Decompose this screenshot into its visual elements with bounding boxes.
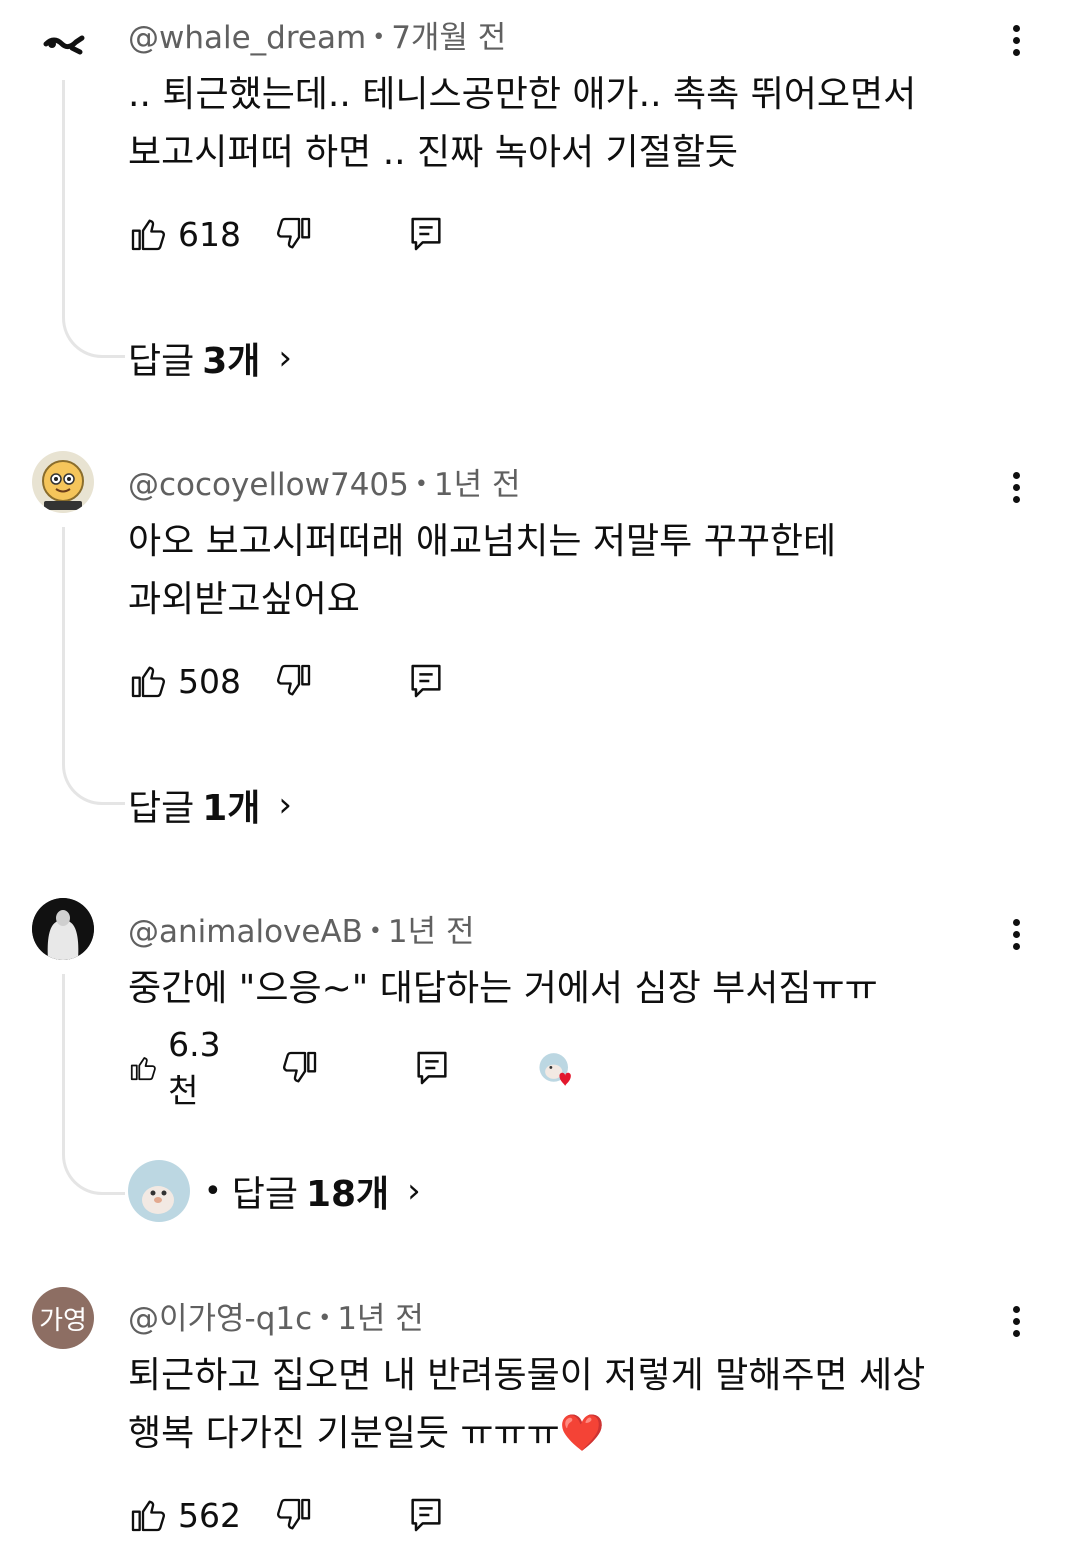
comment-author[interactable]: @cocoyellow7405: [128, 467, 409, 503]
more-options-icon[interactable]: [1000, 1301, 1032, 1351]
cartoon-face-icon[interactable]: [32, 451, 94, 513]
like-button[interactable]: 562: [128, 1493, 241, 1537]
whale-logo-icon[interactable]: [32, 14, 94, 76]
more-options-icon[interactable]: [1000, 914, 1032, 964]
dislike-button[interactable]: [274, 659, 314, 703]
comment-author[interactable]: @animaloveAB: [128, 914, 363, 950]
dislike-button[interactable]: [274, 1493, 314, 1537]
creator-heart-badge: [538, 1046, 594, 1096]
reply-icon: [411, 664, 441, 698]
comment-meta: @cocoyellow7405 • 1년 전: [128, 467, 521, 503]
thread-line: [62, 974, 125, 1195]
like-count: 618: [178, 214, 241, 254]
chevron-right-icon: ›: [278, 785, 293, 825]
thread-line: [62, 80, 125, 358]
avatar-initials: 가영: [39, 1305, 87, 1336]
replies-count: 18개: [305, 1174, 390, 1215]
replies-label: 답글: [231, 1174, 298, 1215]
replies-count: 1개: [202, 788, 261, 829]
like-count: 508: [178, 661, 241, 701]
comment-text: 아오 보고시퍼떠래 애교넘치는 저말투 꾸꾸한테 과외받고싶어요: [128, 513, 1008, 629]
comment-time: 1년 전: [387, 914, 475, 950]
comment-text-line: 퇴근하고 집오면 내 반려동물이 저렇게 말해주면 세상: [128, 1355, 926, 1396]
chevron-right-icon: ›: [278, 338, 293, 378]
thumbs-up-icon: [131, 1500, 165, 1532]
comment-time: 1년 전: [433, 467, 521, 503]
thumbs-up-icon: [131, 219, 165, 251]
reply-button[interactable]: [412, 1046, 452, 1090]
reply-icon: [411, 217, 441, 251]
replies-label: 답글: [128, 341, 195, 382]
comment-time: 1년 전: [337, 1301, 424, 1337]
comment-author[interactable]: @whale_dream: [128, 20, 366, 56]
view-replies-button[interactable]: • 답글 18개 ›: [128, 1160, 421, 1222]
comment-text-line: 행복 다가진 기분일듯 ㅠㅠㅠ❤️: [128, 1413, 605, 1454]
comment-text-line: 중간에 "으응~" 대답하는 거에서 심장 부서짐ㅠㅠ: [128, 968, 878, 1009]
bullet-separator: •: [204, 1173, 222, 1209]
comment-text: .. 퇴근했는데.. 테니스공만한 애가.. 촉촉 뛰어오면서 보고시퍼떠 하면…: [128, 66, 1008, 182]
person-photo-icon[interactable]: [32, 898, 94, 960]
thumbs-up-icon: [130, 1057, 156, 1081]
view-replies-button[interactable]: 답글 1개 ›: [128, 779, 292, 831]
replies-count: 3개: [202, 341, 261, 382]
thumbs-down-icon: [277, 664, 311, 696]
thumbs-up-icon: [131, 666, 165, 698]
comment-meta: @이가영-q1c • 1년 전: [128, 1301, 424, 1337]
creator-avatar-icon: [539, 1053, 571, 1086]
comment-text-line: .. 퇴근했는데.. 테니스공만한 애가.. 촉촉 뛰어오면서: [128, 74, 917, 115]
dislike-button[interactable]: [280, 1046, 320, 1090]
comment-meta: @whale_dream • 7개월 전: [128, 20, 507, 56]
creator-avatar-icon: [128, 1160, 190, 1222]
avatar[interactable]: 가영: [32, 1287, 94, 1349]
dislike-button[interactable]: [274, 212, 314, 256]
comment-text-line: 보고시퍼떠 하면 .. 진짜 녹아서 기절할듯: [128, 132, 739, 173]
like-button[interactable]: 618: [128, 212, 241, 256]
more-options-icon[interactable]: [1000, 20, 1032, 70]
comment-text: 퇴근하고 집오면 내 반려동물이 저렇게 말해주면 세상 행복 다가진 기분일듯…: [128, 1347, 1008, 1463]
replies-label: 답글: [128, 788, 195, 829]
like-count: 6.3천: [168, 1024, 221, 1110]
comment-meta: @animaloveAB • 1년 전: [128, 914, 475, 950]
reply-icon: [411, 1498, 441, 1532]
like-button[interactable]: 6.3천: [128, 1025, 230, 1110]
comment-text-line: 과외받고싶어요: [128, 579, 360, 620]
thumbs-down-icon: [283, 1051, 317, 1083]
comment-text-line: 아오 보고시퍼떠래 애교넘치는 저말투 꾸꾸한테: [128, 521, 837, 562]
reply-button[interactable]: [406, 212, 446, 256]
thread-line: [62, 527, 125, 805]
comment-author[interactable]: @이가영-q1c: [128, 1301, 312, 1337]
comment-text: 중간에 "으응~" 대답하는 거에서 심장 부서짐ㅠㅠ: [128, 960, 1008, 1018]
chevron-right-icon: ›: [407, 1171, 421, 1211]
like-button[interactable]: 508: [128, 659, 241, 703]
reply-button[interactable]: [406, 1493, 446, 1537]
more-options-icon[interactable]: [1000, 467, 1032, 517]
thumbs-down-icon: [277, 217, 311, 249]
like-count: 562: [178, 1495, 241, 1535]
view-replies-button[interactable]: 답글 3개 ›: [128, 332, 292, 384]
reply-icon: [417, 1051, 447, 1085]
comment-time: 7개월 전: [391, 20, 507, 56]
thumbs-down-icon: [277, 1498, 311, 1530]
reply-button[interactable]: [406, 659, 446, 703]
